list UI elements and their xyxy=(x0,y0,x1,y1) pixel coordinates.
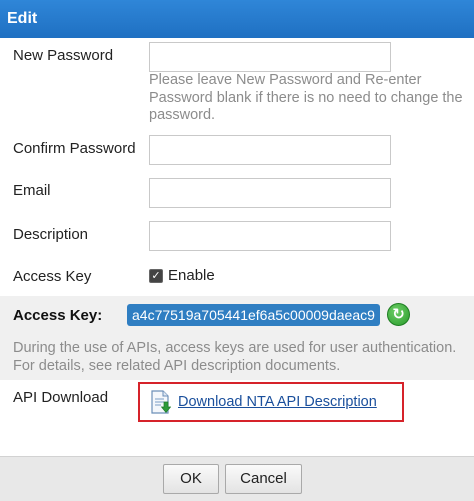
confirm-password-input[interactable] xyxy=(149,135,391,165)
ok-button[interactable]: OK xyxy=(163,464,219,494)
new-password-label: New Password xyxy=(13,47,114,64)
access-key-label: Access Key xyxy=(13,268,92,285)
download-link-highlight: Download NTA API Description xyxy=(138,382,404,422)
cancel-button[interactable]: Cancel xyxy=(225,464,302,494)
dialog-title: Edit xyxy=(7,10,38,27)
password-hint: Please leave New Password and Re-enter P… xyxy=(149,72,463,123)
access-key-panel-label: Access Key: xyxy=(13,307,103,324)
confirm-password-label: Confirm Password xyxy=(13,140,136,157)
dialog-footer: OK Cancel xyxy=(0,456,474,501)
email-label: Email xyxy=(13,182,51,199)
refresh-icon[interactable]: ↻ xyxy=(387,303,410,326)
email-input[interactable] xyxy=(149,178,391,208)
api-download-label: API Download xyxy=(13,389,109,406)
access-key-panel: Access Key: a4c77519a705441ef6a5c00009da… xyxy=(0,296,474,380)
edit-dialog: Edit New Password Please leave New Passw… xyxy=(0,0,474,501)
description-input[interactable] xyxy=(149,221,391,251)
new-password-input[interactable] xyxy=(149,42,391,72)
document-download-icon xyxy=(151,390,171,414)
access-key-description: During the use of APIs, access keys are … xyxy=(13,340,457,374)
access-key-enable-checkbox[interactable]: ✓ xyxy=(149,269,163,283)
enable-label[interactable]: Enable xyxy=(168,267,215,284)
download-api-description-link[interactable]: Download NTA API Description xyxy=(178,394,377,410)
checkmark-icon: ✓ xyxy=(151,269,161,282)
dialog-titlebar: Edit xyxy=(0,0,474,38)
description-label: Description xyxy=(13,226,89,243)
access-key-value: a4c77519a705441ef6a5c00009daeac9 xyxy=(127,304,380,326)
